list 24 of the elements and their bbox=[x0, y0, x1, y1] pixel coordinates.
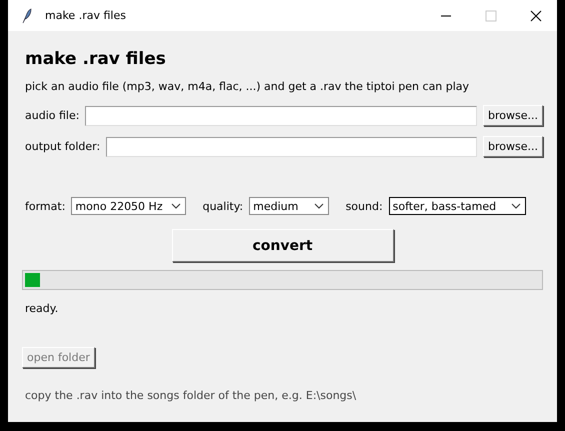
status-text: ready. bbox=[25, 302, 60, 315]
chevron-down-icon bbox=[314, 203, 324, 209]
heading: make .rav files bbox=[25, 49, 167, 69]
dropdown[interactable]: mono 22050 Hz bbox=[71, 197, 186, 215]
subtitle: pick an audio file (mp3, wav, m4a, flac, ...) and get a .rav the tiptoi pen can play bbox=[25, 80, 470, 93]
window-title: make .rav files bbox=[45, 9, 126, 22]
dropdown[interactable]: softer, bass-tamed bbox=[388, 197, 526, 215]
convert-button[interactable]: convert bbox=[172, 229, 394, 262]
browse-button[interactable]: browse... bbox=[483, 136, 543, 157]
hint-text: copy the .rav into the songs folder of the pen, e.g. E:\songs\ bbox=[25, 389, 358, 402]
option-label: format: bbox=[25, 200, 66, 212]
chevron-down-icon bbox=[511, 203, 521, 209]
field-label: audio file: bbox=[25, 109, 80, 122]
close-icon[interactable] bbox=[530, 10, 542, 22]
browse-button[interactable]: browse... bbox=[483, 105, 543, 126]
feather-icon bbox=[22, 8, 32, 24]
chevron-down-icon bbox=[170, 203, 181, 209]
option-label: quality: bbox=[202, 200, 244, 212]
input-field[interactable] bbox=[106, 136, 478, 156]
dropdown[interactable]: medium bbox=[249, 197, 329, 215]
field-label: output folder: bbox=[25, 140, 100, 153]
maximize-icon[interactable] bbox=[485, 10, 497, 22]
option-label: sound: bbox=[346, 200, 383, 212]
input-field[interactable] bbox=[85, 106, 478, 126]
